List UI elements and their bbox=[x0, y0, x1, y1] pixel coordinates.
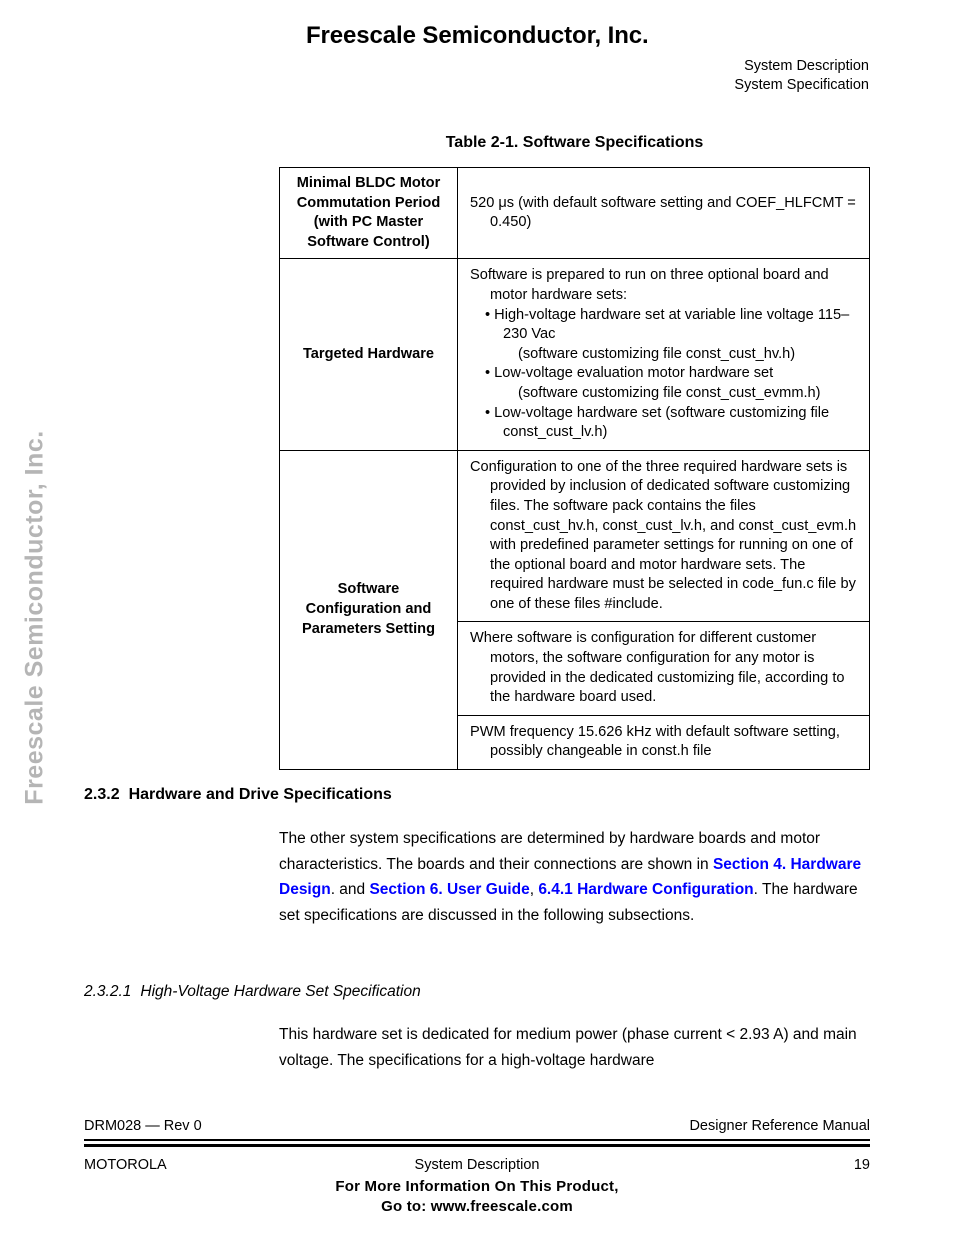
subsection-title: High-Voltage Hardware Set Specification bbox=[140, 983, 421, 1000]
value-line: Configuration to one of the three requir… bbox=[470, 458, 857, 612]
table-row: Targeted Hardware Software is prepared t… bbox=[279, 258, 870, 451]
section-number: 2.3.2 bbox=[84, 786, 120, 803]
value-continuation: (software customizing file const_cust_hv… bbox=[518, 345, 796, 362]
section-title: Hardware and Drive Specifications bbox=[128, 786, 392, 803]
value-line: PWM frequency 15.626 kHz with default so… bbox=[470, 723, 840, 760]
table-caption: Table 2-1. Software Specifications bbox=[445, 134, 704, 151]
footer-rule-thick bbox=[84, 1144, 870, 1148]
running-header-line-2: System Specification bbox=[734, 77, 869, 93]
document-page: Freescale Semiconductor, Inc. System Des… bbox=[0, 0, 954, 1235]
subsection-number: 2.3.2.1 bbox=[84, 983, 132, 1000]
footer-promo-line-1: For More Information On This Product, bbox=[335, 1178, 619, 1195]
paragraph-section-2-3-2: The other system specifications are dete… bbox=[279, 826, 871, 928]
footer-promo: For More Information On This Product, Go… bbox=[0, 1177, 954, 1217]
row-label-commutation-period: Minimal BLDC Motor Commutation Period (w… bbox=[279, 166, 458, 260]
row-value-targeted-hardware: Software is prepared to run on three opt… bbox=[457, 258, 870, 451]
value-bullet: • High-voltage hardware set at variable … bbox=[485, 306, 850, 343]
section-heading-2-3-2: 2.3.2 Hardware and Drive Specifications bbox=[84, 786, 392, 804]
page-title: Freescale Semiconductor, Inc. bbox=[306, 22, 649, 49]
row-value-config-block-1: Configuration to one of the three requir… bbox=[457, 449, 870, 623]
footer-manual-type: Designer Reference Manual bbox=[689, 1118, 870, 1134]
row-value-config-block-3: PWM frequency 15.626 kHz with default so… bbox=[457, 714, 870, 771]
paragraph-section-2-3-2-1: This hardware set is dedicated for mediu… bbox=[279, 1026, 857, 1069]
row-value-commutation-period: 520 μs (with default software setting an… bbox=[457, 166, 870, 260]
running-header: System Description System Specification bbox=[734, 57, 869, 95]
link-section-6-user-guide[interactable]: Section 6. User Guide bbox=[369, 881, 529, 898]
footer-chapter: System Description bbox=[414, 1157, 540, 1173]
value-line: 520 μs (with default software setting an… bbox=[470, 194, 856, 231]
value-line: Where software is configuration for diff… bbox=[470, 630, 845, 706]
row-label-software-configuration: Software Configuration and Parameters Se… bbox=[279, 449, 458, 771]
footer-promo-line-2[interactable]: Go to: www.freescale.com bbox=[0, 1197, 954, 1217]
software-specifications-table: Minimal BLDC Motor Commutation Period (w… bbox=[279, 166, 870, 771]
value-bullet: • Low-voltage hardware set (software cus… bbox=[485, 404, 830, 441]
running-header-line-1: System Description bbox=[744, 58, 869, 74]
value-bullet: • Low-voltage evaluation motor hardware … bbox=[485, 365, 774, 382]
footer-top-row: DRM028 — Rev 0 Designer Reference Manual bbox=[84, 1118, 870, 1134]
row-label-targeted-hardware: Targeted Hardware bbox=[279, 258, 458, 451]
link-6-4-1-hardware-configuration[interactable]: 6.4.1 Hardware Configuration bbox=[538, 881, 753, 898]
footer-page-number: 19 bbox=[853, 1157, 870, 1173]
paragraph-text: . and bbox=[330, 881, 370, 899]
section-heading-2-3-2-1: 2.3.2.1 High-Voltage Hardware Set Specifi… bbox=[84, 983, 421, 1001]
table-row: Software Configuration and Parameters Se… bbox=[279, 449, 870, 771]
value-continuation: (software customizing file const_cust_ev… bbox=[518, 384, 821, 401]
value-line: Software is prepared to run on three opt… bbox=[470, 267, 829, 303]
table-row: Minimal BLDC Motor Commutation Period (w… bbox=[279, 166, 870, 260]
footer-doc-id: DRM028 — Rev 0 bbox=[84, 1118, 202, 1134]
footer-rule-thin bbox=[84, 1139, 870, 1141]
row-value-config-block-2: Where software is configuration for diff… bbox=[457, 621, 870, 716]
